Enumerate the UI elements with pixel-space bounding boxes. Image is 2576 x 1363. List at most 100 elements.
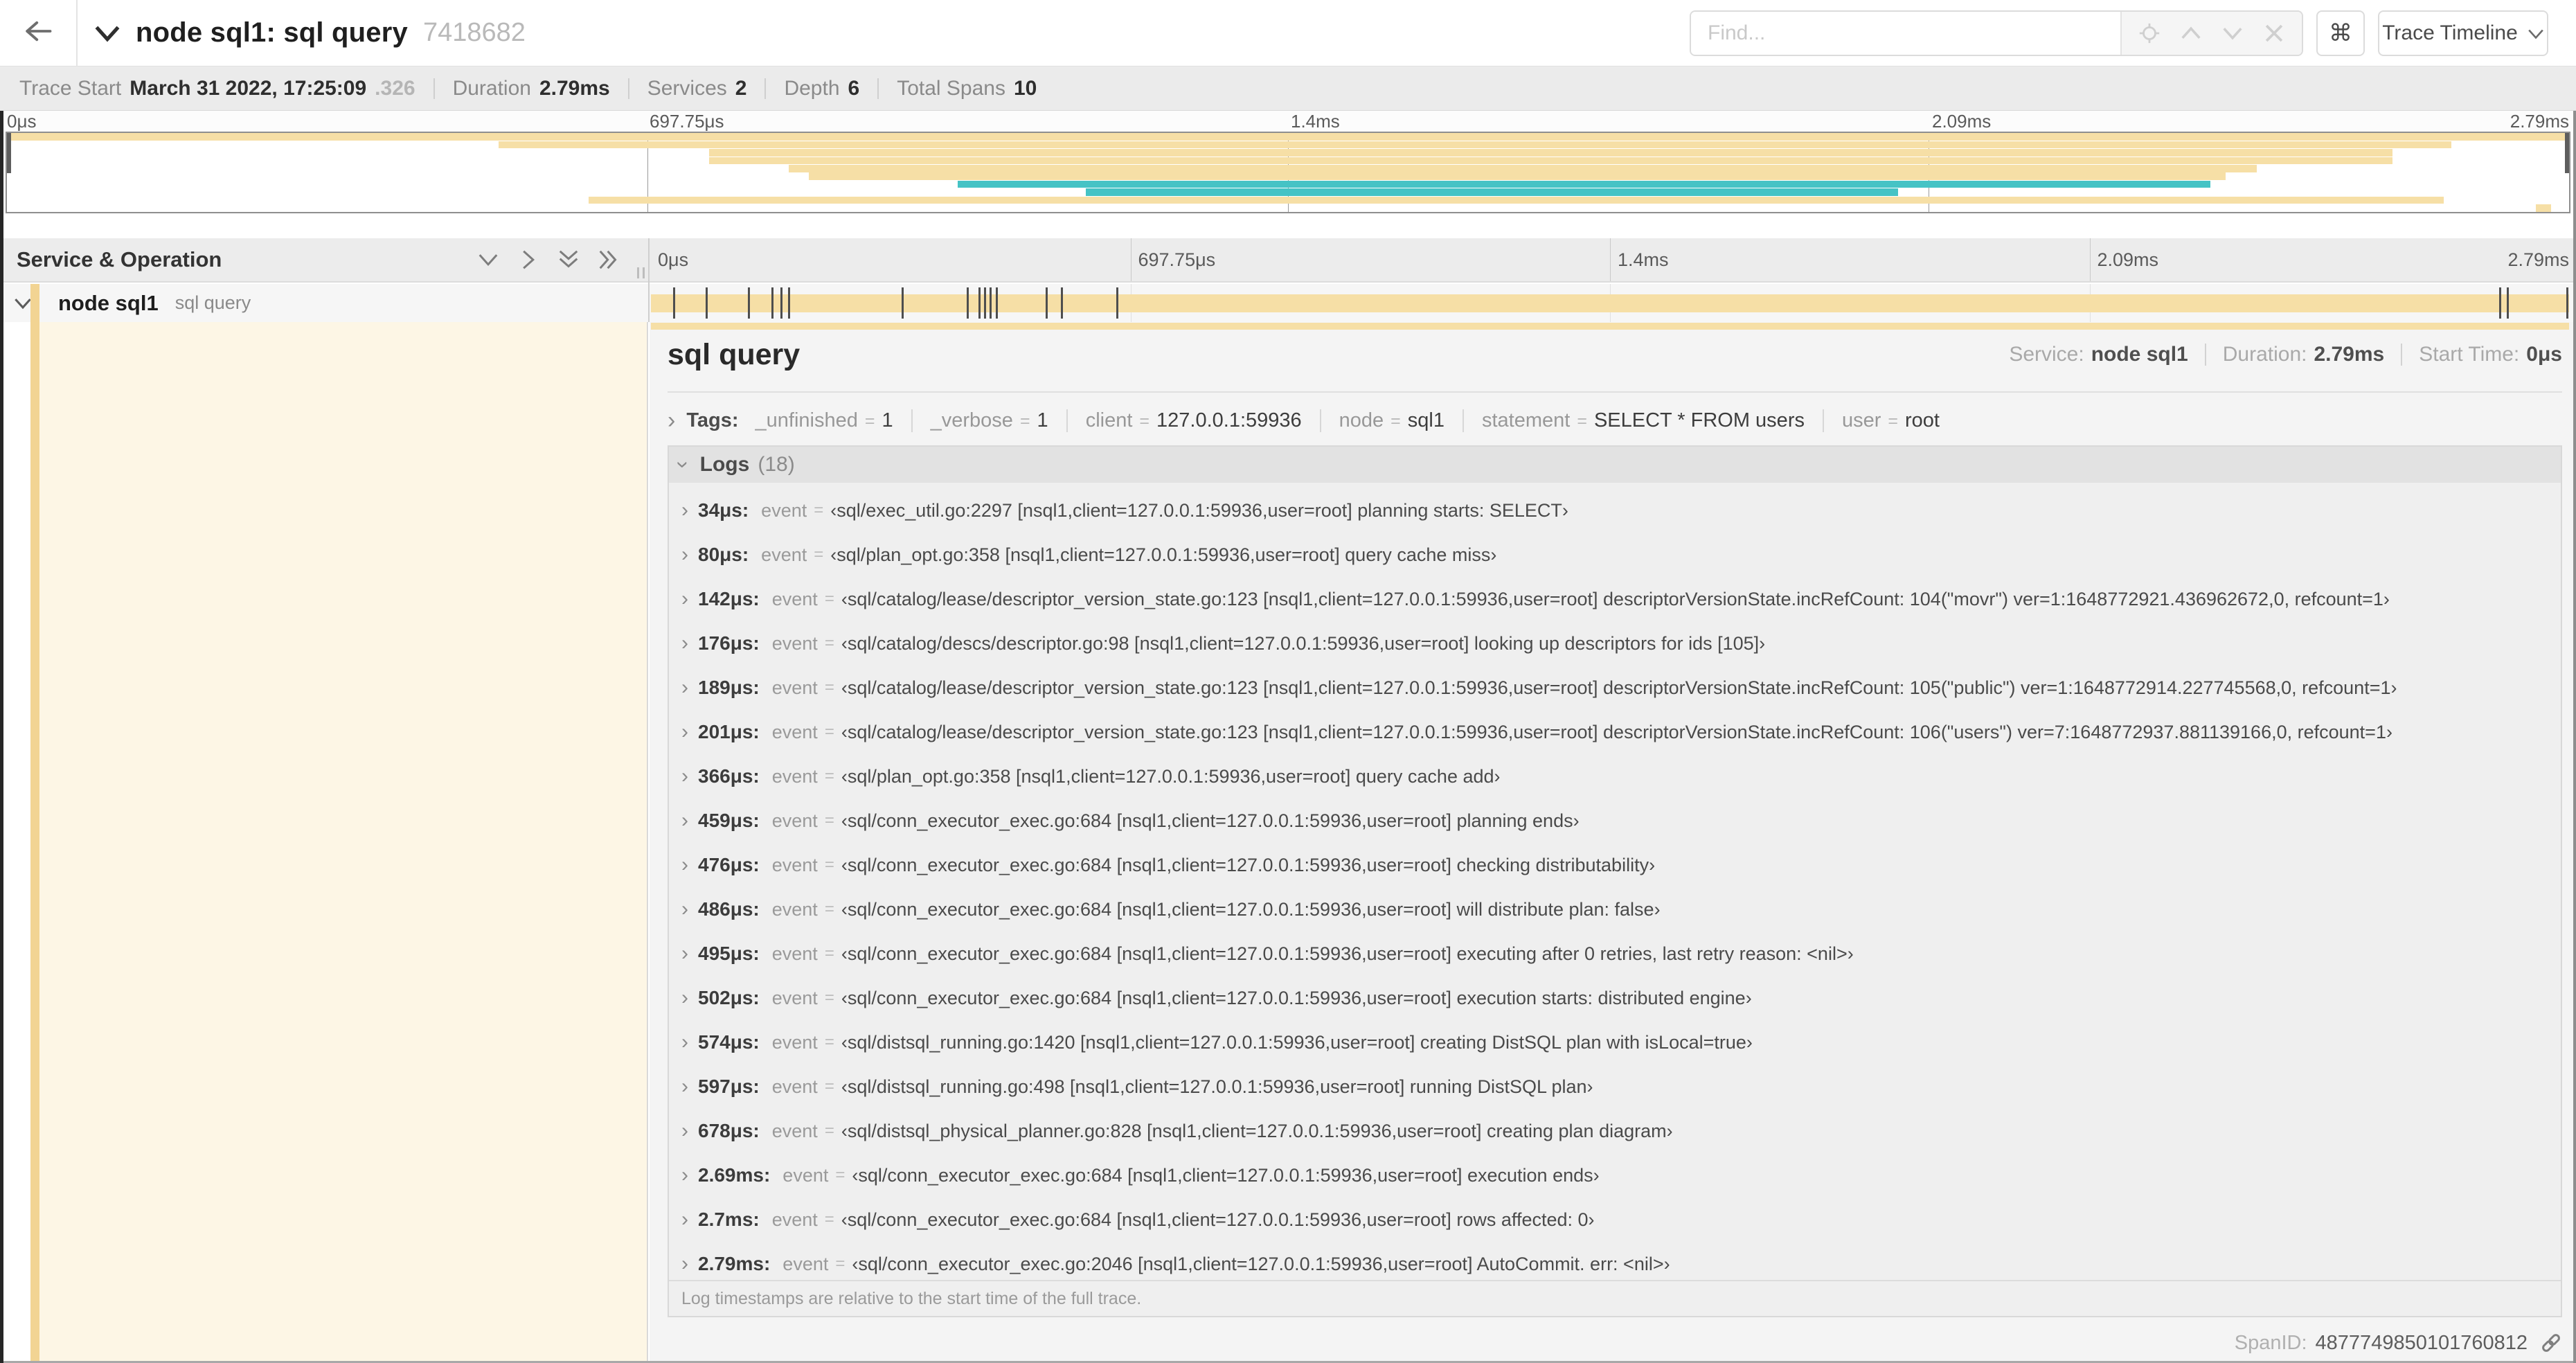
log-row[interactable]: › 597μs: event = ‹sql/distsql_running.go:498… <box>669 1064 2561 1109</box>
log-field-key: event <box>771 1076 818 1097</box>
equals-sign: = <box>824 1121 834 1140</box>
log-row[interactable]: › 459μs: event = ‹sql/conn_executor_exec.go:… <box>669 799 2561 843</box>
log-timestamp: 597μs: <box>698 1076 760 1097</box>
minimap-span-row <box>7 133 2569 141</box>
divider <box>764 78 767 99</box>
chevron-down-icon[interactable] <box>94 24 120 42</box>
log-row[interactable]: › 176μs: event = ‹sql/catalog/descs/descript… <box>669 621 2561 666</box>
log-row[interactable]: › 2.69ms: event = ‹sql/conn_executor_exec.go… <box>669 1153 2561 1197</box>
log-marker[interactable] <box>978 287 981 319</box>
log-field-key: event <box>782 1164 829 1186</box>
span-operation-name: sql query <box>175 292 251 313</box>
expand-all-icon[interactable] <box>597 248 620 271</box>
column-resizer-handle[interactable] <box>637 267 645 278</box>
log-timestamp: 176μs: <box>698 632 760 654</box>
log-marker[interactable] <box>1060 287 1063 319</box>
summary-item: Trace Start March 31 2022, 17:25:09 .326 <box>19 77 415 100</box>
equals-sign: = <box>824 855 834 874</box>
log-timestamp: 366μs: <box>698 765 760 787</box>
tag-key: statement <box>1481 409 1571 431</box>
log-marker[interactable] <box>788 287 791 319</box>
log-row[interactable]: › 495μs: event = ‹sql/conn_executor_exec.go:… <box>669 932 2561 976</box>
tag[interactable]: node = sql1 <box>1319 409 1463 432</box>
log-row[interactable]: › 2.7ms: event = ‹sql/conn_executor_exec.go:… <box>669 1197 2561 1242</box>
scroll-to-match-icon[interactable] <box>2131 15 2167 51</box>
log-field-value: ‹sql/exec_util.go:2297 [nsql1,client=127… <box>830 499 1568 521</box>
log-marker[interactable] <box>1045 287 1048 319</box>
tag-key: _verbose <box>930 409 1013 431</box>
timeline-left-header: Service & Operation <box>0 238 648 281</box>
deep-link-icon[interactable] <box>2539 1330 2564 1355</box>
collapse-all-icon[interactable] <box>557 248 580 271</box>
equals-sign: = <box>824 988 834 1007</box>
log-row[interactable]: › 476μs: event = ‹sql/conn_executor_exec.go:… <box>669 843 2561 887</box>
log-marker[interactable] <box>990 287 992 319</box>
log-marker[interactable] <box>673 287 676 319</box>
log-marker[interactable] <box>983 287 986 319</box>
back-button[interactable] <box>0 0 78 66</box>
find-input[interactable] <box>1691 12 2120 55</box>
log-row[interactable]: › 366μs: event = ‹sql/plan_opt.go:358 [nsql1… <box>669 754 2561 799</box>
minimap-left-handle[interactable] <box>7 133 11 173</box>
chevron-right-icon: › <box>681 632 688 654</box>
log-marker[interactable] <box>2499 287 2502 319</box>
log-row[interactable]: › 201μs: event = ‹sql/catalog/lease/descript… <box>669 710 2561 754</box>
minimap-span-row <box>7 196 2569 204</box>
minimap-span <box>499 141 2451 149</box>
expand-one-icon[interactable] <box>517 248 540 271</box>
log-row[interactable]: › 34μs: event = ‹sql/exec_util.go:2297 [nsql… <box>669 488 2561 533</box>
span-name-cell[interactable]: node sql1 sql query <box>0 284 648 322</box>
tag[interactable]: statement = SELECT * FROM users <box>1462 409 1823 432</box>
log-field-key: event <box>771 677 818 698</box>
log-marker[interactable] <box>901 287 904 319</box>
log-row[interactable]: › 142μs: event = ‹sql/catalog/lease/descript… <box>669 577 2561 621</box>
minimap-canvas[interactable] <box>6 132 2570 213</box>
log-field-key: event <box>771 721 818 742</box>
log-marker[interactable] <box>771 287 773 319</box>
logs-header[interactable]: › Logs (18) <box>669 447 2561 483</box>
minimap-right-handle[interactable] <box>2565 133 2569 173</box>
log-row[interactable]: › 678μs: event = ‹sql/distsql_physical_plann… <box>669 1109 2561 1153</box>
log-timestamp: 495μs: <box>698 943 760 964</box>
keyboard-shortcuts-button[interactable]: ⌘ <box>2316 10 2365 56</box>
tags-accordion[interactable]: › Tags: _unfinished = 1 _verbose = 1 client = 12… <box>668 400 2562 441</box>
span-duration-bar[interactable] <box>651 294 2569 312</box>
log-row[interactable]: › 80μs: event = ‹sql/plan_opt.go:358 [nsql1,… <box>669 533 2561 577</box>
tag[interactable]: client = 127.0.0.1:59936 <box>1066 409 1320 432</box>
tag[interactable]: _unfinished = 1 <box>755 409 911 432</box>
timeline-tick-labels: 0μs 697.75μs 1.4ms 2.09ms 2.79ms <box>651 238 2569 281</box>
chevron-right-icon: › <box>681 1252 688 1275</box>
log-timestamp: 476μs: <box>698 854 760 875</box>
log-marker[interactable] <box>967 287 969 319</box>
equals-sign: = <box>835 1254 846 1273</box>
view-selector-button[interactable]: Trace Timeline <box>2378 10 2548 56</box>
log-marker[interactable] <box>2566 287 2569 319</box>
log-row[interactable]: › 189μs: event = ‹sql/catalog/lease/descript… <box>669 666 2561 710</box>
span-row[interactable]: node sql1 sql query <box>0 284 2576 322</box>
log-row[interactable]: › 574μs: event = ‹sql/distsql_running.go:142… <box>669 1020 2561 1064</box>
prev-match-icon[interactable] <box>2173 15 2209 51</box>
tag[interactable]: _verbose = 1 <box>911 409 1066 432</box>
column-divider[interactable] <box>648 238 650 322</box>
log-marker[interactable] <box>1116 287 1119 319</box>
timeline-tick: 0μs <box>658 249 689 270</box>
log-field-key: event <box>771 632 818 654</box>
log-marker[interactable] <box>2507 287 2510 319</box>
log-marker[interactable] <box>706 287 708 319</box>
equals-sign: = <box>824 811 834 830</box>
summary-item: Duration 2.79ms <box>453 77 610 100</box>
scrollbar-track[interactable] <box>2573 111 2576 1363</box>
log-marker[interactable] <box>780 287 783 319</box>
next-match-icon[interactable] <box>2215 15 2251 51</box>
span-collapse-icon[interactable] <box>14 297 32 310</box>
collapse-one-icon[interactable] <box>476 248 500 271</box>
log-row[interactable]: › 502μs: event = ‹sql/conn_executor_exec.go:… <box>669 976 2561 1020</box>
equals-sign: = <box>814 545 824 564</box>
clear-search-icon[interactable] <box>2256 15 2292 51</box>
span-id-row: SpanID: 4877749850101760812 <box>2235 1324 2564 1362</box>
span-bar-cell[interactable] <box>651 284 2569 322</box>
log-marker[interactable] <box>748 287 751 319</box>
log-marker[interactable] <box>995 287 998 319</box>
tag[interactable]: user = root <box>1822 409 1958 432</box>
log-row[interactable]: › 486μs: event = ‹sql/conn_executor_exec.go:… <box>669 887 2561 932</box>
